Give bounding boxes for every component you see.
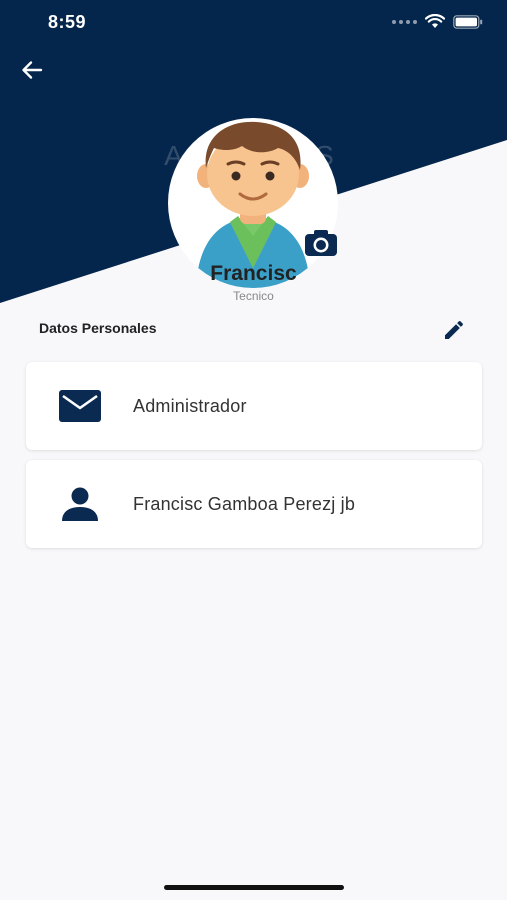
card-icon-wrapper [26,390,133,422]
status-bar: 8:59 [0,0,507,46]
battery-icon [453,14,483,29]
status-time: 8:59 [48,12,87,32]
edit-button[interactable] [438,314,470,346]
pencil-icon [445,320,464,339]
info-card-role: Administrador [26,362,482,450]
wifi-icon [425,14,445,28]
mail-icon [58,390,101,422]
camera-button[interactable] [302,224,340,262]
camera-icon [305,230,337,256]
status-icons [392,14,483,29]
card-text: Administrador [133,395,247,416]
card-text: Francisc Gamboa Perezj jb [133,493,356,514]
signal-dots-icon [392,19,417,24]
person-icon [61,487,98,521]
arrow-left-icon [22,61,43,79]
section-title: Datos Personales [39,320,157,336]
profile-role: Tecnico [233,289,274,303]
profile-name: Francisc [210,262,297,285]
info-card-fullname: Francisc Gamboa Perezj jb [26,460,482,548]
home-indicator[interactable] [164,885,344,890]
card-icon-wrapper [26,487,133,521]
back-button[interactable] [16,54,48,86]
